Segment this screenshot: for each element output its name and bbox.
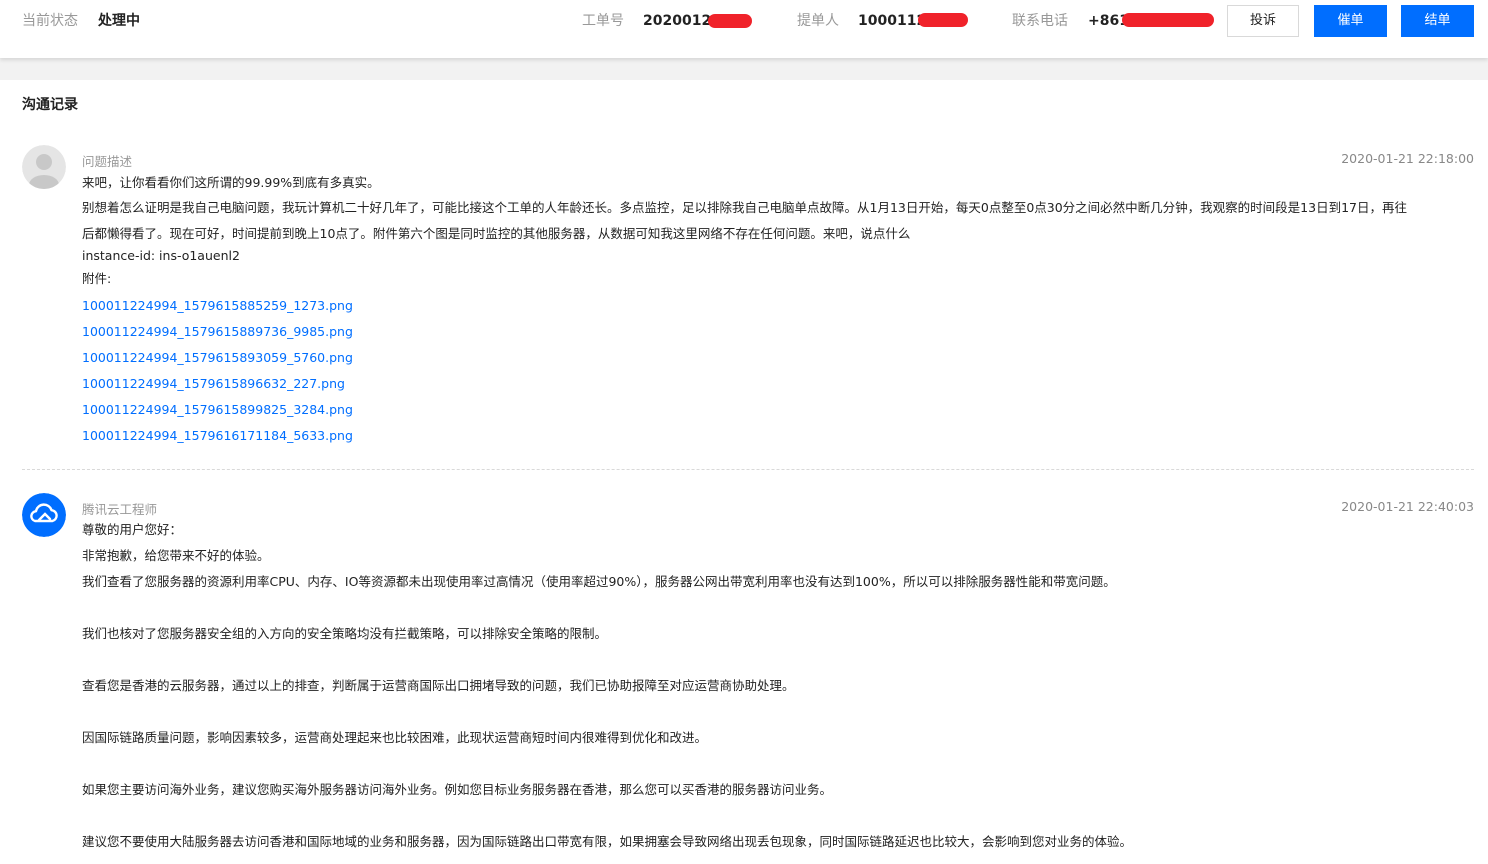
user-avatar-icon [22,145,66,189]
attachment-link[interactable]: 100011224994_1579615889736_9985.png [82,323,353,341]
attachment-link[interactable]: 100011224994_1579615893059_5760.png [82,349,353,367]
message-line: 建议您不要使用大陆服务器去访问香港和国际地域的业务和服务器，因为国际链路出口带宽… [82,834,1133,849]
ticket-number-label: 工单号 [582,13,624,29]
message-line: 我们查看了您服务器的资源利用率CPU、内存、IO等资源都未出现使用率过高情况（使… [82,574,1116,589]
redaction-mark [918,13,968,27]
phone-label: 联系电话 [1012,13,1068,29]
message-line: 查看您是香港的云服务器，通过以上的排查，判断属于运营商国际出口拥堵导致的问题，我… [82,678,795,693]
message-line: 非常抱歉，给您带来不好的体验。 [82,548,270,563]
message-line: 别想着怎么证明是我自己电脑问题，我玩计算机二十好几年了，可能比接这个工单的人年龄… [82,200,1407,215]
complain-button[interactable]: 投诉 [1227,5,1299,37]
header-separator-band [0,58,1488,80]
attachment-link[interactable]: 100011224994_1579616171184_5633.png [82,427,353,445]
close-ticket-button[interactable]: 结单 [1401,5,1474,37]
cloud-icon [22,493,66,537]
message-author: 问题描述 [82,154,133,169]
message-line: 来吧，让你看看你们这所谓的99.99%到底有多真实。 [82,175,380,190]
redaction-mark [708,14,752,28]
message-divider [22,469,1474,470]
status-label: 当前状态 [22,13,78,29]
attachments-label: 附件: [82,271,112,286]
message-line: 因国际链路质量问题，影响因素较多，运营商处理起来也比较困难，此现状运营商短时间内… [82,730,708,745]
message-time: 2020-01-21 22:40:03 [1341,499,1474,514]
urge-button[interactable]: 催单 [1314,5,1387,37]
submitter-value: 1000112 [858,13,927,29]
attachment-link[interactable]: 100011224994_1579615885259_1273.png [82,297,353,315]
section-title: 沟通记录 [22,97,78,113]
message-time: 2020-01-21 22:18:00 [1341,151,1474,166]
attachment-link[interactable]: 100011224994_1579615899825_3284.png [82,401,353,419]
message-line: 如果您主要访问海外业务，建议您购买海外服务器访问海外业务。例如您目标业务服务器在… [82,782,833,797]
ticket-header: 当前状态 处理中 工单号 20200121 提单人 1000112 联系电话 +… [0,0,1488,58]
redaction-mark [1122,13,1214,27]
attachment-link[interactable]: 100011224994_1579615896632_227.png [82,375,345,393]
message-line: 我们也核对了您服务器安全组的入方向的安全策略均没有拦截策略，可以排除安全策略的限… [82,626,608,641]
submitter-label: 提单人 [797,13,839,29]
message-author: 腾讯云工程师 [82,502,158,517]
message-line: 后都懒得看了。现在可好，时间提前到晚上10点了。附件第六个图是同时监控的其他服务… [82,226,911,241]
message-line: instance-id: ins-o1auenl2 [82,248,240,263]
status-value: 处理中 [98,13,140,29]
message-line: 尊敬的用户您好： [82,522,183,537]
